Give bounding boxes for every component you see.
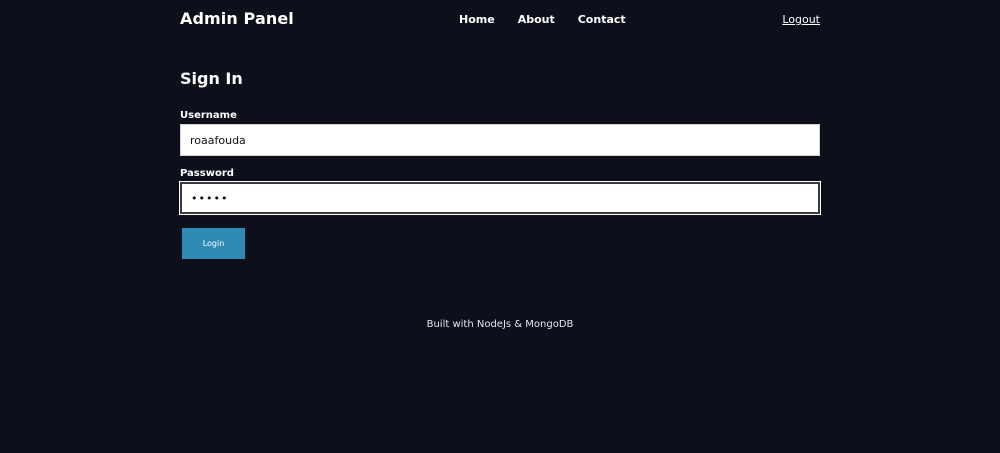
page-title: Sign In [180, 69, 243, 88]
logout-link[interactable]: Logout [782, 13, 820, 26]
main-nav: Home About Contact [459, 13, 649, 26]
login-button[interactable]: Login [182, 228, 245, 259]
nav-contact-link[interactable]: Contact [578, 13, 626, 26]
password-input[interactable] [179, 181, 821, 215]
page-container: Admin Panel Home About Contact Logout Si… [179, 0, 821, 259]
footer-text: Built with NodeJs & MongoDB [426, 319, 574, 330]
nav-home-link[interactable]: Home [459, 13, 495, 26]
site-header: Admin Panel Home About Contact Logout [180, 0, 820, 40]
brand-title: Admin Panel [180, 9, 294, 28]
password-label: Password [180, 168, 234, 179]
nav-about-link[interactable]: About [518, 13, 555, 26]
username-label: Username [180, 110, 237, 121]
username-input[interactable] [180, 124, 820, 156]
